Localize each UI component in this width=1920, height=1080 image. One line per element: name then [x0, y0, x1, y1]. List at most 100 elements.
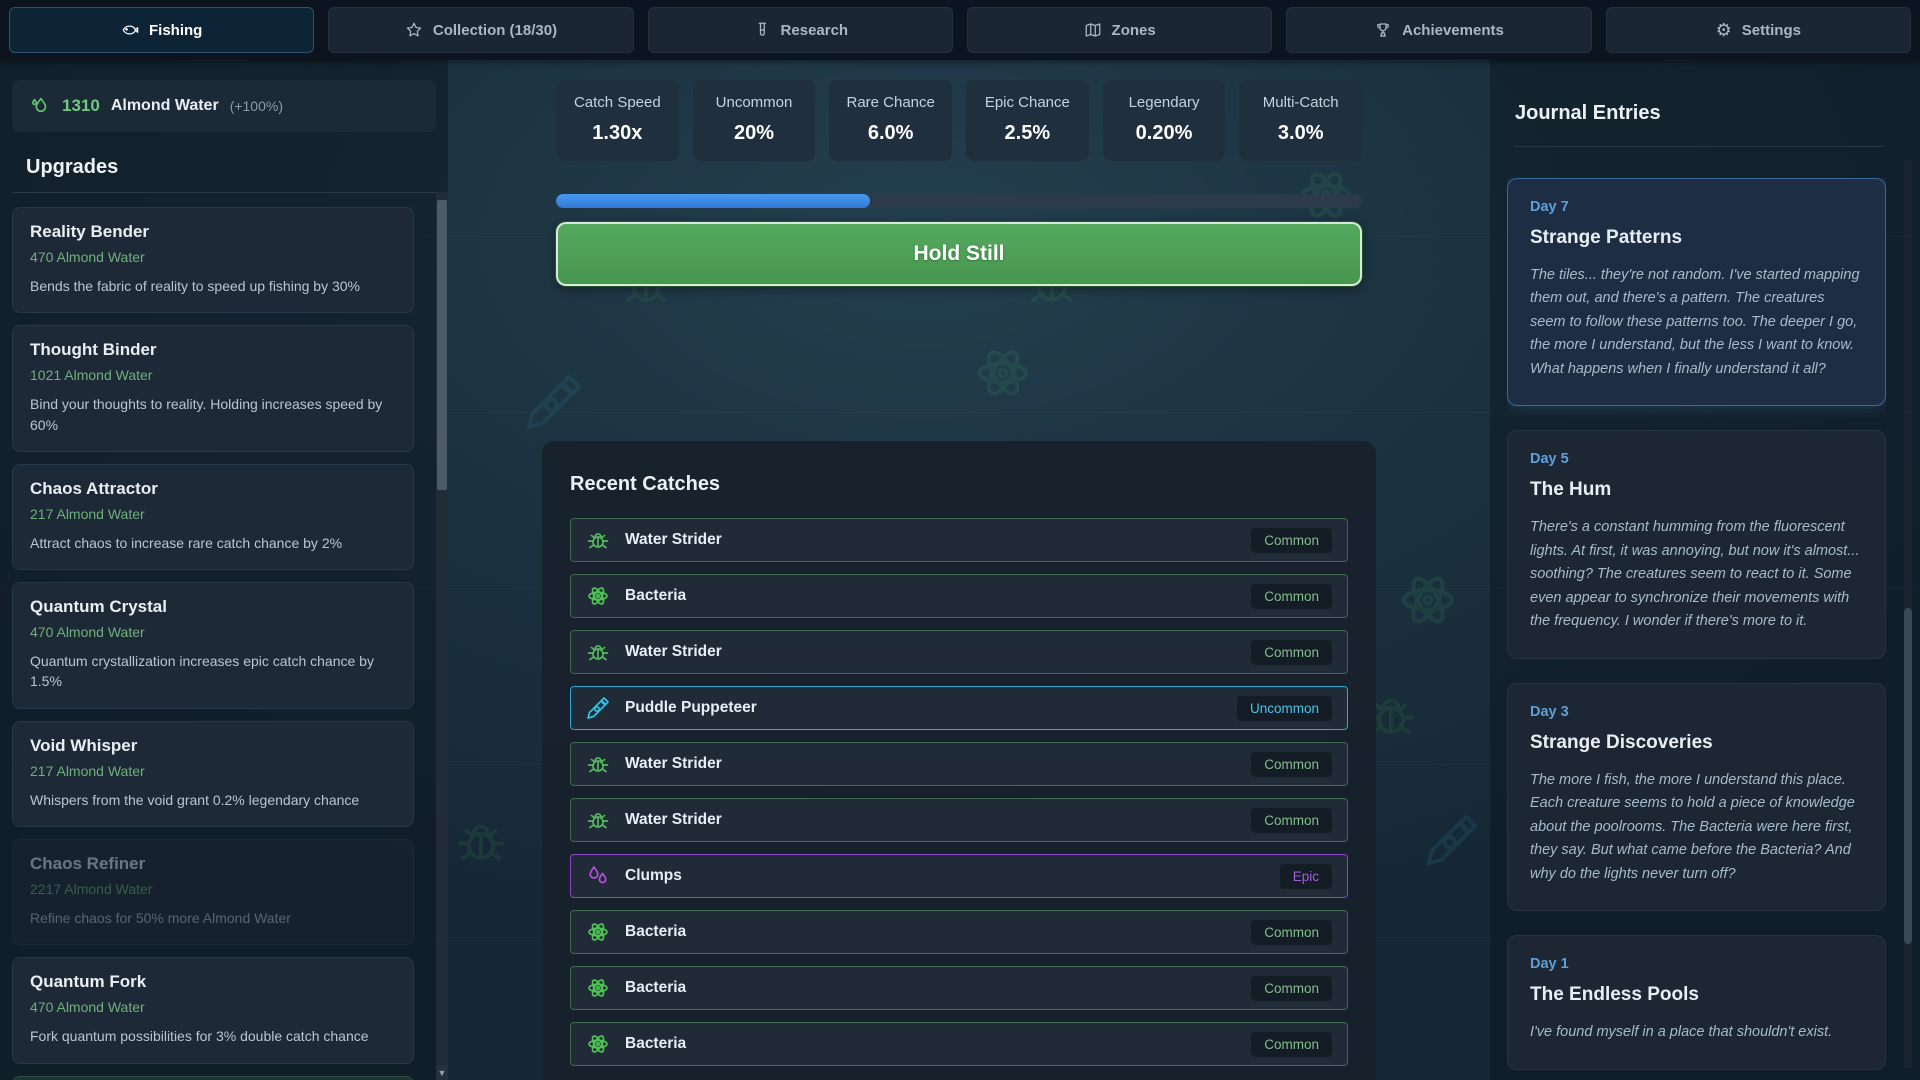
catch-list: Water Strider Common Bacteria Common Wat…: [570, 518, 1348, 1066]
rarity-badge: Common: [1251, 528, 1332, 553]
tab-label: Collection (18/30): [433, 22, 557, 39]
sidebar-scrollbar[interactable]: ▼: [436, 192, 448, 1080]
stat-box: Uncommon 20%: [693, 80, 816, 161]
upgrade-card[interactable]: Reality Bender 470 Almond Water Bends th…: [12, 207, 414, 313]
catch-row: Puddle Puppeteer Uncommon: [570, 686, 1348, 730]
tab-label: Research: [781, 22, 849, 39]
catch-icon: [586, 696, 610, 720]
stat-value: 2.5%: [970, 122, 1085, 145]
star-icon: [405, 21, 423, 39]
rarity-badge: Common: [1251, 584, 1332, 609]
upgrades-list-viewport: Reality Bender 470 Almond Water Bends th…: [12, 192, 438, 1080]
catch-row: Water Strider Common: [570, 518, 1348, 562]
upgrade-cost: 470 Almond Water: [30, 249, 396, 265]
upgrade-description: Fork quantum possibilities for 3% double…: [30, 1026, 396, 1046]
rarity-badge: Common: [1251, 640, 1332, 665]
catch-icon: [586, 864, 610, 888]
upgrade-card[interactable]: Poolrooms Rod Purchased 100 Almond Water: [12, 1076, 414, 1080]
upgrades-sidebar: 1310 Almond Water (+100%) Upgrades Reali…: [0, 60, 448, 1080]
upgrade-description: Bends the fabric of reality to speed up …: [30, 276, 396, 296]
journal-entry-card: Day 7 Strange Patterns The tiles... they…: [1507, 178, 1886, 406]
upgrade-card[interactable]: Thought Binder 1021 Almond Water Bind yo…: [12, 325, 414, 452]
upgrade-card[interactable]: Void Whisper 217 Almond Water Whispers f…: [12, 721, 414, 827]
stat-label: Multi-Catch: [1243, 94, 1358, 111]
upgrade-card[interactable]: Quantum Fork 470 Almond Water Fork quant…: [12, 957, 414, 1063]
rarity-badge: Uncommon: [1237, 696, 1332, 721]
upgrade-description: Refine chaos for 50% more Almond Water: [30, 908, 396, 928]
stat-value: 6.0%: [833, 122, 948, 145]
catch-icon: [586, 528, 610, 552]
stat-value: 3.0%: [1243, 122, 1358, 145]
journal-entry-title: Strange Discoveries: [1530, 732, 1863, 754]
catch-row: Water Strider Common: [570, 742, 1348, 786]
catch-icon: [586, 584, 610, 608]
journal-entry-card: Day 3 Strange Discoveries The more I fis…: [1507, 683, 1886, 911]
sidebar-scrollbar-down-arrow[interactable]: ▼: [436, 1065, 448, 1080]
upgrade-card[interactable]: Quantum Crystal 470 Almond Water Quantum…: [12, 582, 414, 709]
atom-icon: [586, 976, 610, 1000]
rarity-badge: Common: [1251, 976, 1332, 1001]
upgrade-description: Bind your thoughts to reality. Holding i…: [30, 394, 396, 435]
catch-name: Water Strider: [625, 755, 722, 773]
tab-fishing[interactable]: Fishing: [9, 7, 314, 53]
bug-icon: [586, 528, 610, 552]
atom-icon: [586, 584, 610, 608]
upgrade-cost: 2217 Almond Water: [30, 881, 396, 897]
catch-row: Water Strider Common: [570, 630, 1348, 674]
journal-entry-title: The Hum: [1530, 479, 1863, 501]
atom-icon: [586, 920, 610, 944]
tab-label: Achievements: [1402, 22, 1504, 39]
upgrade-name: Thought Binder: [30, 340, 157, 360]
stat-box: Rare Chance 6.0%: [829, 80, 952, 161]
app-background: 1310 Almond Water (+100%) Upgrades Reali…: [0, 60, 1920, 1080]
journal-entries-list: Day 7 Strange Patterns The tiles... they…: [1507, 178, 1886, 1080]
tab-settings[interactable]: ⚙ Settings: [1606, 7, 1911, 53]
catch-name: Bacteria: [625, 587, 686, 605]
droplets-icon: [586, 864, 610, 888]
trophy-icon: [1374, 21, 1392, 39]
journal-divider: [1515, 146, 1884, 147]
tab-research[interactable]: Research: [648, 7, 953, 53]
upgrade-name: Chaos Attractor: [30, 479, 158, 499]
journal-entry-text: I've found myself in a place that should…: [1530, 1021, 1863, 1044]
tab-label: Settings: [1742, 22, 1801, 39]
progress-fill: [556, 194, 870, 208]
catch-name: Water Strider: [625, 531, 722, 549]
catch-name: Bacteria: [625, 1035, 686, 1053]
upgrade-name: Chaos Refiner: [30, 854, 145, 874]
upgrade-card[interactable]: Chaos Attractor 217 Almond Water Attract…: [12, 464, 414, 570]
catch-icon: [586, 1032, 610, 1056]
stat-label: Rare Chance: [833, 94, 948, 111]
atom-icon: [586, 1032, 610, 1056]
recent-catches-panel: Recent Catches Water Strider Common Bact…: [542, 441, 1376, 1080]
currency-display: 1310 Almond Water (+100%): [12, 80, 436, 132]
tab-achievements[interactable]: Achievements: [1286, 7, 1591, 53]
upgrade-card[interactable]: Chaos Refiner 2217 Almond Water Refine c…: [12, 839, 414, 945]
catch-row: Clumps Epic: [570, 854, 1348, 898]
upgrade-description: Whispers from the void grant 0.2% legend…: [30, 790, 396, 810]
journal-entry-day: Day 3: [1530, 704, 1863, 720]
hold-still-button[interactable]: Hold Still: [556, 222, 1362, 286]
catch-row: Water Strider Common: [570, 798, 1348, 842]
tab-zones[interactable]: Zones: [967, 7, 1272, 53]
upgrades-list: Reality Bender 470 Almond Water Bends th…: [12, 207, 414, 1080]
catch-row: Bacteria Common: [570, 1022, 1348, 1066]
upgrade-cost: 217 Almond Water: [30, 763, 396, 779]
tab-collection[interactable]: Collection (18/30): [328, 7, 633, 53]
droplet-icon: [29, 95, 51, 117]
stat-box: Catch Speed 1.30x: [556, 80, 679, 161]
catch-name: Clumps: [625, 867, 682, 885]
journal-scrollbar-thumb[interactable]: [1904, 608, 1912, 944]
top-nav: Fishing Collection (18/30) Research Zone…: [0, 0, 1920, 60]
catch-name: Water Strider: [625, 643, 722, 661]
journal-panel: Journal Entries Day 7 Strange Patterns T…: [1490, 60, 1920, 1080]
sidebar-scrollbar-thumb[interactable]: [437, 200, 447, 490]
tab-label: Zones: [1112, 22, 1156, 39]
stat-label: Uncommon: [697, 94, 812, 111]
catch-name: Puddle Puppeteer: [625, 699, 757, 717]
stat-value: 1.30x: [560, 122, 675, 145]
stat-value: 0.20%: [1107, 122, 1222, 145]
upgrade-cost: 217 Almond Water: [30, 506, 396, 522]
rarity-badge: Epic: [1280, 864, 1332, 889]
bug-icon: [586, 752, 610, 776]
